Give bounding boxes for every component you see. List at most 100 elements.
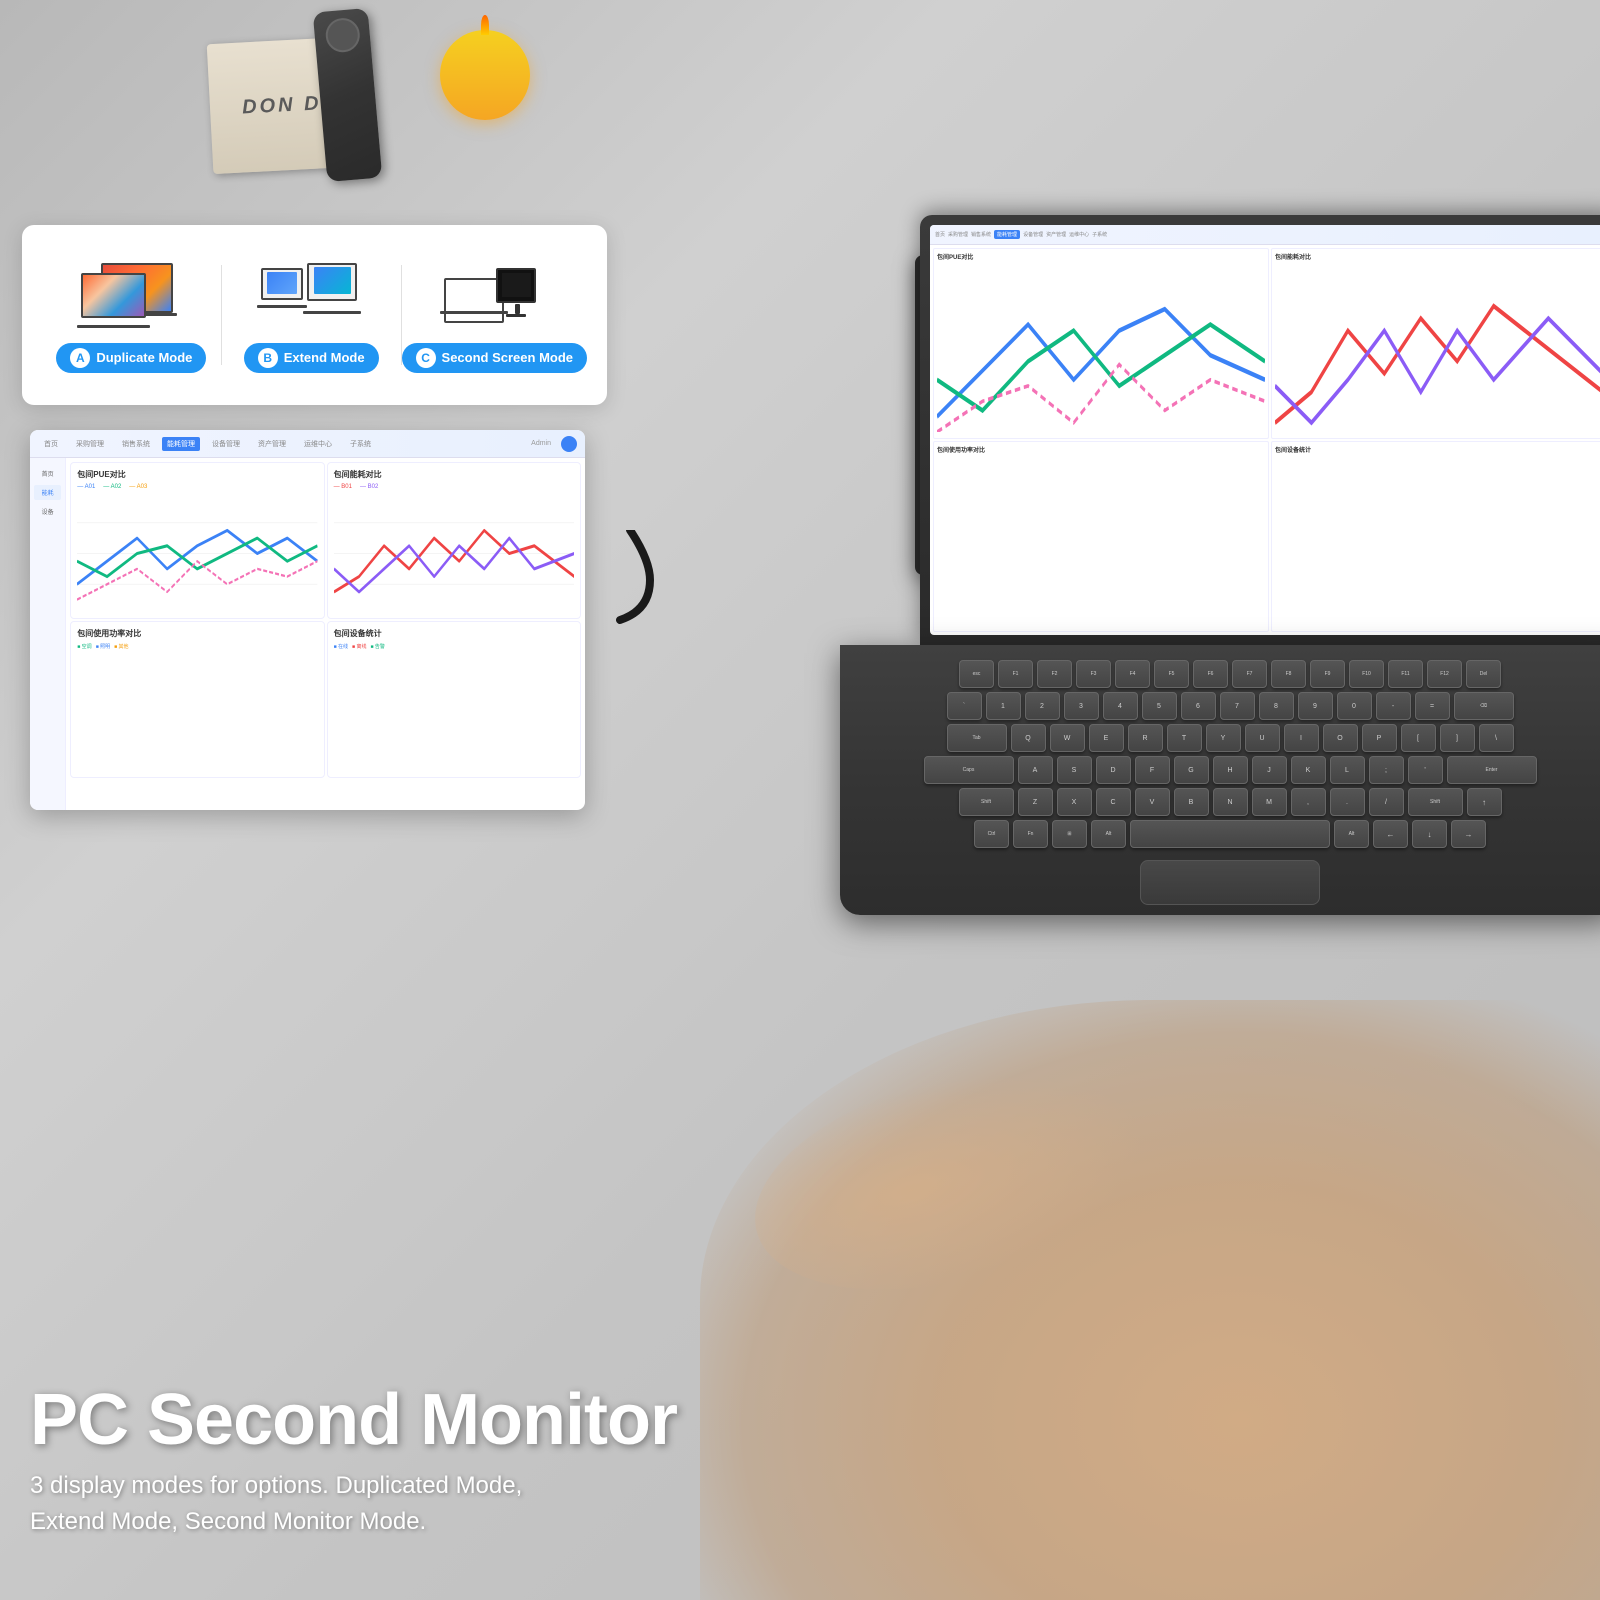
nav-sales: 销售系统 [116, 437, 156, 451]
laptop-touchpad[interactable] [1140, 860, 1320, 905]
key-u: U [1245, 724, 1280, 752]
laptop-grid: 包间PUE对比 包间能耗对比 包间使用功率对比 [930, 245, 1600, 635]
key-rbracket: ] [1440, 724, 1475, 752]
dashboard-header: 首页 采购管理 销售系统 能耗管理 设备管理 资产管理 运维中心 子系统 Adm… [30, 430, 585, 458]
duplicate-monitors-icon [81, 263, 181, 328]
key-o: O [1323, 724, 1358, 752]
key-ralt: Alt [1334, 820, 1369, 848]
sidebar-item-2: 设备 [34, 504, 61, 519]
key-backspace: ⌫ [1454, 692, 1514, 720]
keyboard-row-zxcv: Shift Z X C V B N M , . / Shift ↑ [860, 788, 1600, 816]
key-lbracket: [ [1401, 724, 1436, 752]
keyboard-row-bottom: Ctrl Fn ⊞ Alt Alt ← ↓ → [860, 820, 1600, 848]
nav-device: 设备管理 [206, 437, 246, 451]
key-e: E [1089, 724, 1124, 752]
key-z: Z [1018, 788, 1053, 816]
key-rshift: Shift [1408, 788, 1463, 816]
key-capslock: Caps [924, 756, 1014, 784]
duplicate-mode-badge[interactable]: A Duplicate Mode [56, 343, 206, 373]
key-f12: F12 [1427, 660, 1462, 688]
duplicate-mode-label: Duplicate Mode [96, 350, 192, 365]
key-w: W [1050, 724, 1085, 752]
widget-device-title: 包间设备统计 [334, 628, 574, 639]
key-esc: esc [959, 660, 994, 688]
extend-monitors-icon [261, 263, 361, 328]
key-d: D [1096, 756, 1131, 784]
second-screen-mode-badge[interactable]: C Second Screen Mode [402, 343, 587, 373]
bottom-text-area: PC Second Monitor 3 display modes for op… [30, 1384, 677, 1540]
key-slash: / [1369, 788, 1404, 816]
key-del: Del [1466, 660, 1501, 688]
key-r: R [1128, 724, 1163, 752]
dashboard-widgets-grid: 包间PUE对比 — A01 — A02 — A03 [66, 458, 585, 782]
keyboard-row-numbers: ` 1 2 3 4 5 6 7 8 9 0 - = ⌫ [860, 692, 1600, 720]
key-f: F [1135, 756, 1170, 784]
key-f7: F7 [1232, 660, 1267, 688]
candle-decoration [440, 30, 530, 120]
laptop-widget-3: 包间使用功率对比 [933, 441, 1269, 632]
key-quote: ' [1408, 756, 1443, 784]
laptop-screen-display: 首页 采购管理 销售系统 能耗管理 设备管理 资产管理 运维中心 子系统 包间P… [930, 225, 1600, 635]
duplicate-icon-area [81, 258, 181, 333]
key-semicolon: ; [1369, 756, 1404, 784]
key-1: 1 [986, 692, 1021, 720]
key-5: 5 [1142, 692, 1177, 720]
widget-device: 包间设备统计 ■ 在线 ■ 离线 ■ 告警 [327, 621, 581, 778]
dashboard-sidebar: 首页 能耗 设备 [30, 458, 66, 810]
laptop-chart-2 [1275, 263, 1600, 432]
key-comma: , [1291, 788, 1326, 816]
usb-cable-svg [570, 530, 690, 630]
laptop-widget-2: 包间能耗对比 [1271, 248, 1600, 439]
extend-mode-letter: B [258, 348, 278, 368]
laptop-nav: 首页 采购管理 销售系统 能耗管理 设备管理 资产管理 运维中心 子系统 [930, 225, 1600, 245]
keyboard-row-asdf: Caps A S D F G H J K L ; ' Enter [860, 756, 1600, 784]
key-up: ↑ [1467, 788, 1502, 816]
subtitle-line2: Extend Mode, Second Monitor Mode. [30, 1504, 677, 1540]
key-l: L [1330, 756, 1365, 784]
key-period: . [1330, 788, 1365, 816]
second-screen-icon-area [444, 258, 544, 333]
extend-mode-badge[interactable]: B Extend Mode [244, 343, 379, 373]
mode-second-screen: C Second Screen Mode [402, 258, 587, 373]
sidebar-item-active: 能耗 [34, 485, 61, 500]
duplicate-mode-letter: A [70, 348, 90, 368]
key-a: A [1018, 756, 1053, 784]
second-screen-mode-letter: C [416, 348, 436, 368]
laptop-chart-1 [937, 263, 1265, 432]
key-6: 6 [1181, 692, 1216, 720]
widget-energy-title: 包间能耗对比 [334, 469, 574, 480]
key-ctrl: Ctrl [974, 820, 1009, 848]
key-f11: F11 [1388, 660, 1423, 688]
nav-sub: 子系统 [344, 437, 377, 451]
key-f4: F4 [1115, 660, 1150, 688]
key-q: Q [1011, 724, 1046, 752]
key-enter: Enter [1447, 756, 1537, 784]
key-4: 4 [1103, 692, 1138, 720]
device-bar-chart [334, 652, 574, 775]
key-k: K [1291, 756, 1326, 784]
laptop-widget-4: 包间设备统计 [1271, 441, 1600, 632]
key-y: Y [1206, 724, 1241, 752]
key-backtick: ` [947, 692, 982, 720]
power-bar-chart [77, 652, 317, 775]
key-lshift: Shift [959, 788, 1014, 816]
key-alt: Alt [1091, 820, 1126, 848]
second-screen-monitors-icon [444, 263, 544, 328]
key-equals: = [1415, 692, 1450, 720]
widget-device-legend: ■ 在线 ■ 离线 ■ 告警 [334, 643, 574, 650]
nav-home: 首页 [38, 437, 64, 451]
key-tab: Tab [947, 724, 1007, 752]
nav-asset: 资产管理 [252, 437, 292, 451]
key-g: G [1174, 756, 1209, 784]
laptop-widget-1: 包间PUE对比 [933, 248, 1269, 439]
widget-energy-legend: — B01 — B02 [334, 484, 574, 490]
widget-energy: 包间能耗对比 — B01 — B02 [327, 462, 581, 619]
mode-duplicate: A Duplicate Mode [42, 258, 221, 373]
key-2: 2 [1025, 692, 1060, 720]
key-left: ← [1373, 820, 1408, 848]
key-p: P [1362, 724, 1397, 752]
nav-energy: 能耗管理 [162, 437, 200, 451]
sidebar-item: 首页 [34, 466, 61, 481]
energy-chart-svg [334, 492, 574, 615]
key-n: N [1213, 788, 1248, 816]
